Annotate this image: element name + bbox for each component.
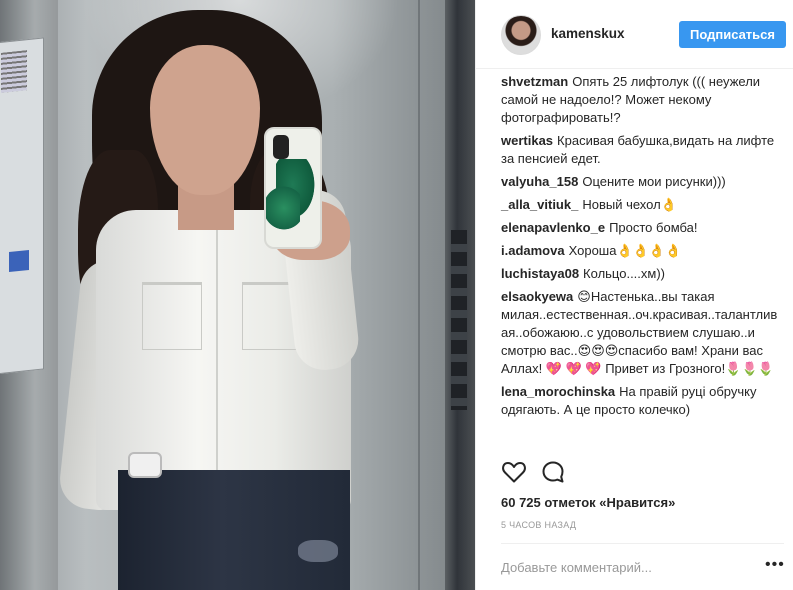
phone-in-photo [264,127,322,249]
comment-text: Оцените мои рисунки))) [582,174,726,189]
comments-list: shvetzman Опять 25 лифтолук ((( неужели с… [501,73,784,424]
follow-button[interactable]: Подписаться [679,21,786,48]
heart-icon[interactable] [501,460,527,484]
comment-username[interactable]: _alla_vitiuk_ [501,197,578,212]
comment: lena_morochinska На правій руці обручку о… [501,383,784,419]
post-photo[interactable] [0,0,475,590]
watch [128,452,162,478]
post-timestamp[interactable]: 5 ЧАСОВ НАЗАД [501,520,576,530]
more-options-icon[interactable]: ••• [765,556,785,574]
comment-username[interactable]: i.adamova [501,243,565,258]
comment: valyuha_158 Оцените мои рисунки))) [501,173,784,191]
photo-subject [0,0,475,590]
comment: i.adamova Хороша👌👌👌👌 [501,242,784,260]
comment-username[interactable]: lena_morochinska [501,384,615,399]
comment-username[interactable]: elenapavlenko_e [501,220,605,235]
divider [501,543,784,544]
comment-username[interactable]: wertikas [501,133,553,148]
speech-bubble-icon[interactable] [541,460,567,484]
comment: elsaokyewa 😊Настенька..вы такая милая..ес… [501,288,784,378]
comment: shvetzman Опять 25 лифтолук ((( неужели с… [501,73,784,127]
post-actions [501,460,784,484]
comment-text: Просто бомба! [609,220,698,235]
comment-username[interactable]: elsaokyewa [501,289,573,304]
comment-username[interactable]: luchistaya08 [501,266,579,281]
avatar[interactable] [501,15,541,55]
comment-username[interactable]: valyuha_158 [501,174,578,189]
likes-count[interactable]: 60 725 отметок «Нравится» [501,495,675,510]
post-sidebar: kamenskux Подписаться shvetzman Опять 25 … [475,0,793,590]
comment: wertikas Красивая бабушка,видать на лифте… [501,132,784,168]
comment: _alla_vitiuk_ Новый чехол👌 [501,196,784,214]
comment-username[interactable]: shvetzman [501,74,568,89]
comment: luchistaya08 Кольцо....хм)) [501,265,784,283]
add-comment-input[interactable] [499,557,753,577]
comment: elenapavlenko_e Просто бомба! [501,219,784,237]
comment-text: Кольцо....хм)) [583,266,665,281]
author-username[interactable]: kamenskux [551,26,625,41]
post-header: kamenskux Подписаться [476,0,793,69]
comment-text: Хороша👌👌👌👌 [568,243,682,258]
comment-text: Новый чехол👌 [582,197,677,212]
